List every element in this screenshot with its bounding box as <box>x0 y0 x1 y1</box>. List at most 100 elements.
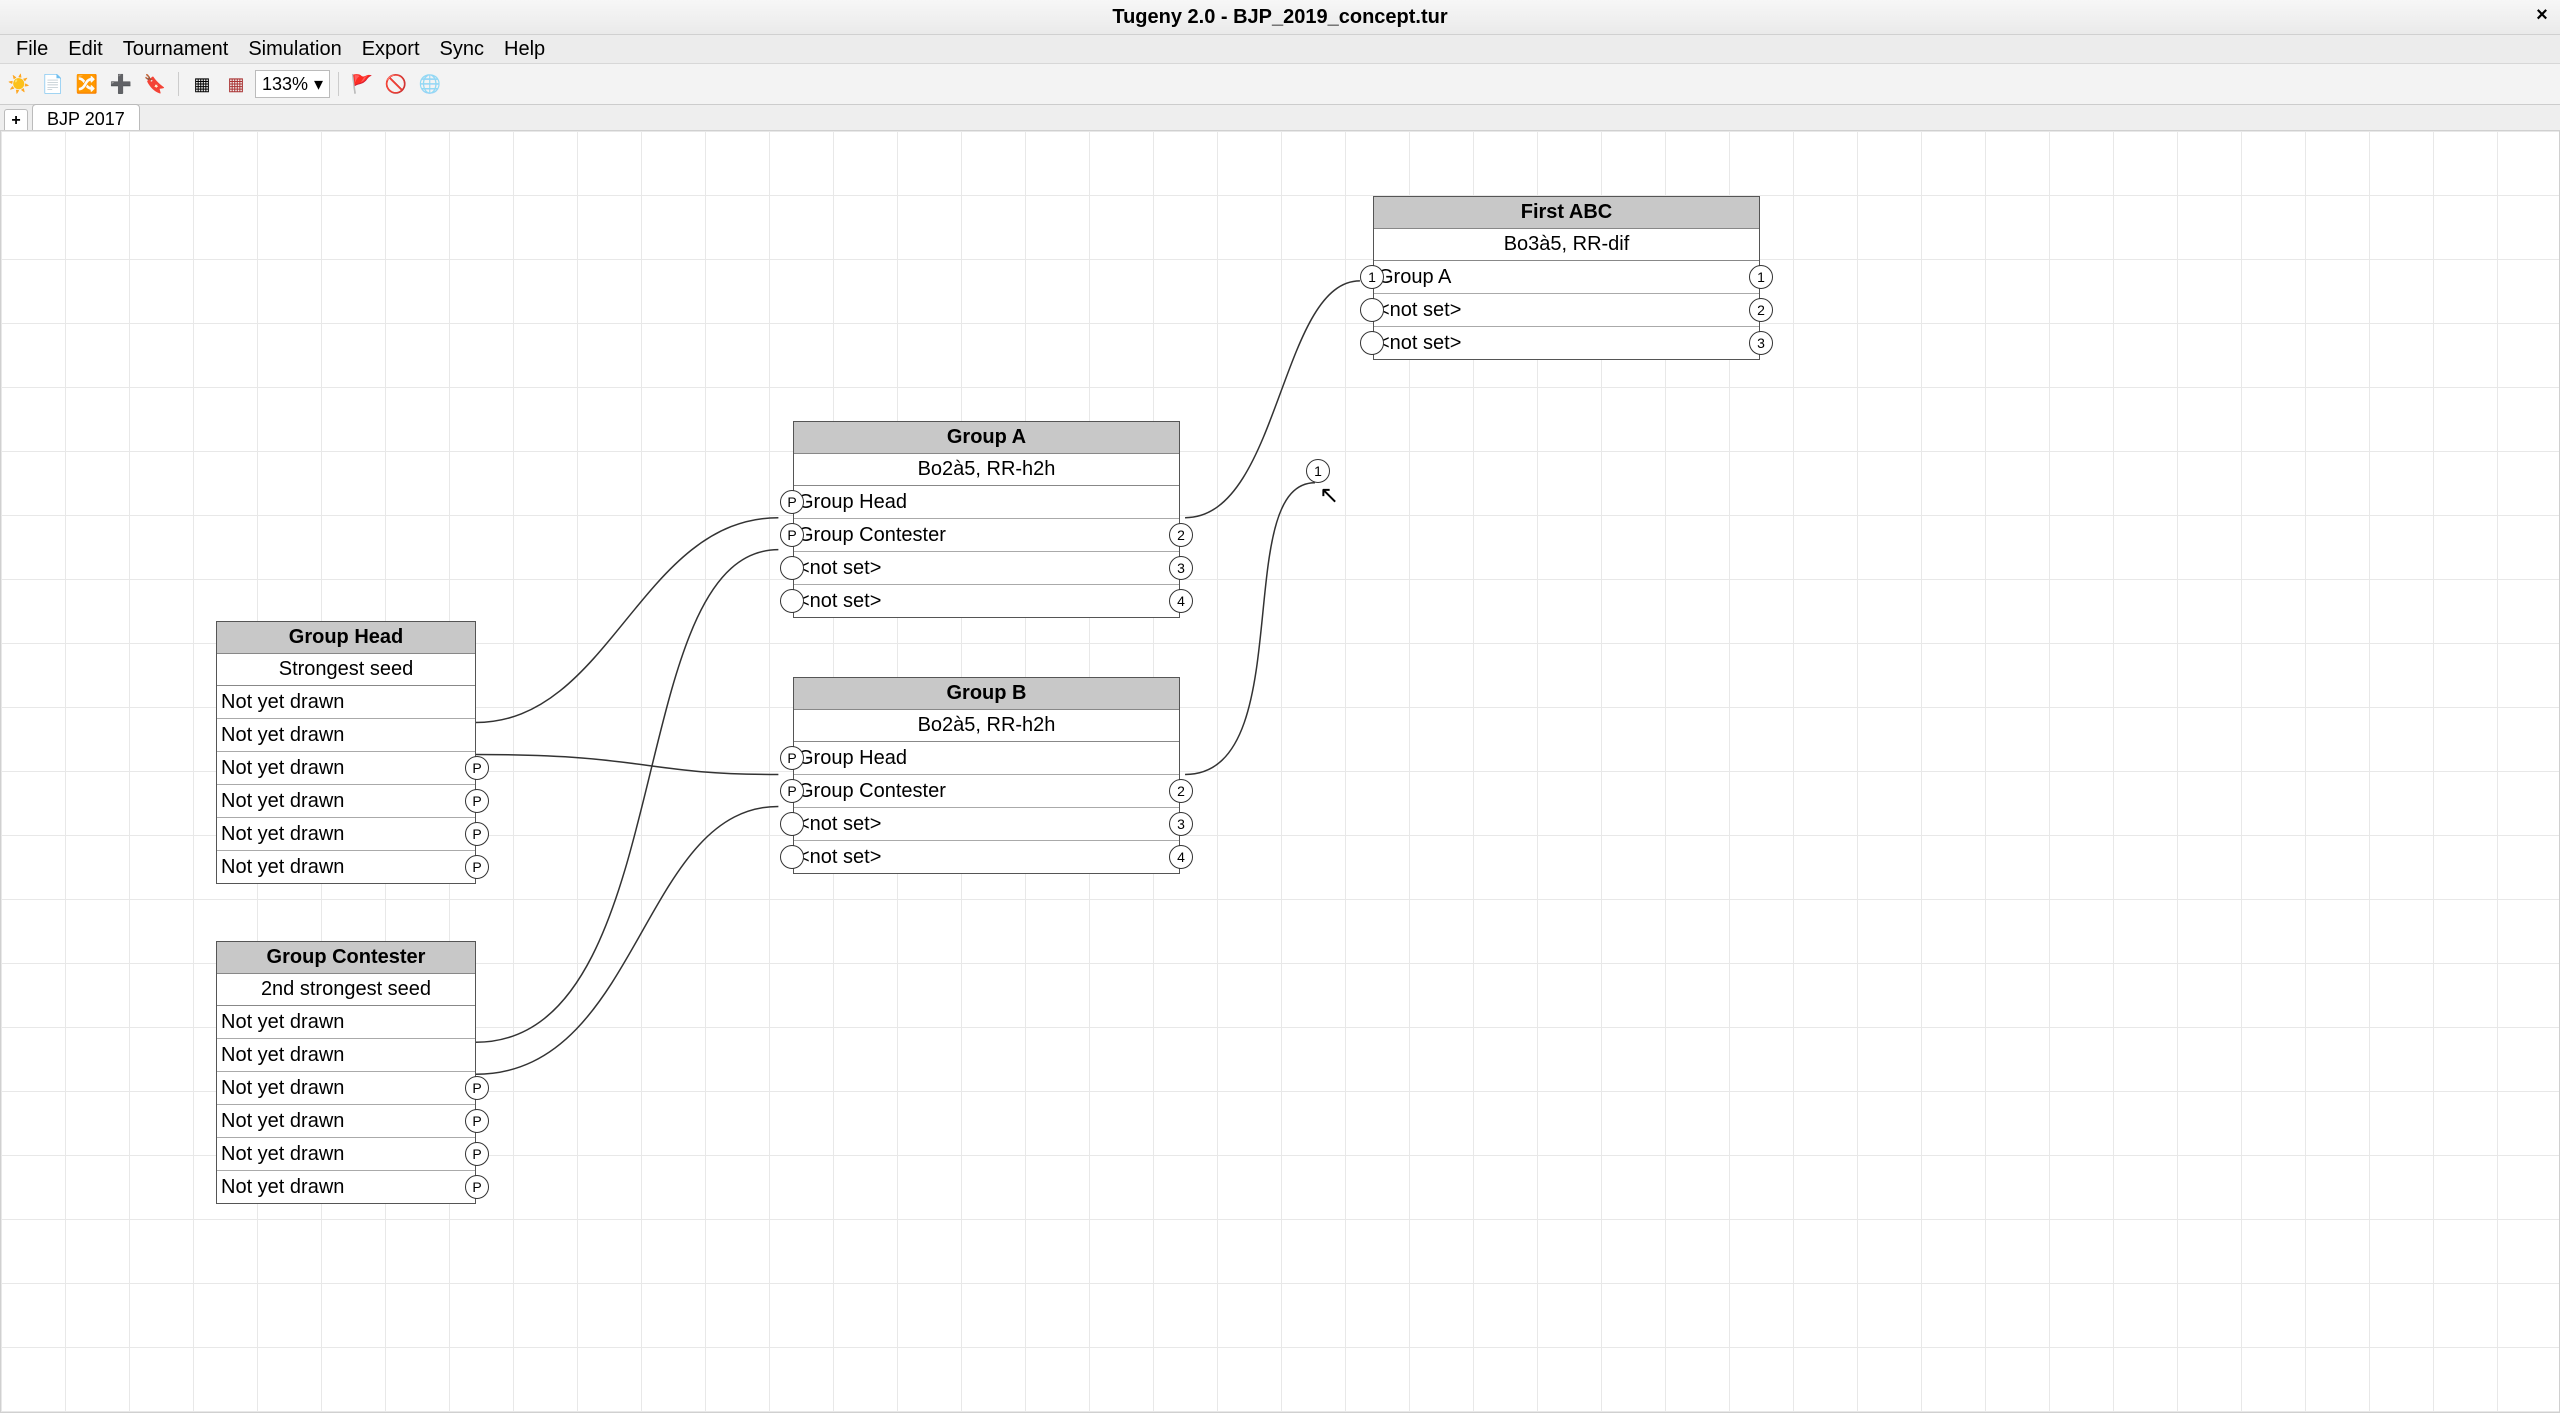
slot-row[interactable]: <not set> 2 <box>1374 294 1759 327</box>
in-port-empty[interactable] <box>780 589 804 613</box>
node-subtitle: Bo2à5, RR-h2h <box>794 710 1179 742</box>
close-button[interactable]: × <box>2530 4 2554 28</box>
menu-sync[interactable]: Sync <box>430 36 494 63</box>
slot-label: <not set> <box>798 813 881 835</box>
node-group-head[interactable]: Group Head Strongest seed Not yet drawn … <box>216 621 476 884</box>
seed-row[interactable]: Not yet drawn <box>217 719 475 752</box>
node-title: First ABC <box>1374 197 1759 229</box>
out-port-p[interactable]: P <box>465 789 489 813</box>
menu-tournament[interactable]: Tournament <box>113 36 239 63</box>
node-title: Group Contester <box>217 942 475 974</box>
slot-row[interactable]: 1 Group A 1 <box>1374 261 1759 294</box>
node-title: Group Head <box>217 622 475 654</box>
canvas[interactable]: Group Head Strongest seed Not yet drawn … <box>0 130 2560 1413</box>
menu-simulation[interactable]: Simulation <box>238 36 351 63</box>
tab-bjp2017[interactable]: BJP 2017 <box>32 104 140 133</box>
slot-row[interactable]: P Group Head <box>794 742 1179 775</box>
in-port-p[interactable]: P <box>780 490 804 514</box>
seed-row[interactable]: Not yet drawn <box>217 1006 475 1039</box>
out-port-p[interactable]: P <box>465 1142 489 1166</box>
out-port-3[interactable]: 3 <box>1749 331 1773 355</box>
out-port-3[interactable]: 3 <box>1169 812 1193 836</box>
slot-row[interactable]: <not set> 3 <box>794 552 1179 585</box>
slot-row[interactable]: P Group Contester 2 <box>794 775 1179 808</box>
node-group-contester[interactable]: Group Contester 2nd strongest seed Not y… <box>216 941 476 1204</box>
titlebar: Tugeny 2.0 - BJP_2019_concept.tur × <box>0 0 2560 35</box>
menu-edit[interactable]: Edit <box>58 36 112 63</box>
slot-label: Group Contester <box>798 524 946 546</box>
slot-row[interactable]: <not set> 4 <box>794 841 1179 873</box>
slot-label: <not set> <box>1378 332 1461 354</box>
out-port-2[interactable]: 2 <box>1169 523 1193 547</box>
out-port-p[interactable]: P <box>465 855 489 879</box>
toolbar-sep-1 <box>178 72 179 96</box>
seed-label: Not yet drawn <box>221 1077 344 1099</box>
out-port-p[interactable]: P <box>465 1076 489 1100</box>
slot-label: <not set> <box>798 590 881 612</box>
seed-label: Not yet drawn <box>221 757 344 779</box>
out-port-p[interactable]: P <box>465 822 489 846</box>
grid2-icon[interactable]: ▦ <box>221 69 251 99</box>
globe-icon[interactable]: 🌐 <box>415 69 445 99</box>
no-entry-icon[interactable]: 🚫 <box>381 69 411 99</box>
out-port-p[interactable]: P <box>465 1109 489 1133</box>
slot-row[interactable]: <not set> 3 <box>794 808 1179 841</box>
seed-row[interactable]: Not yet drawnP <box>217 1138 475 1171</box>
seed-row[interactable]: Not yet drawnP <box>217 1072 475 1105</box>
node-group-b[interactable]: Group B Bo2à5, RR-h2h P Group Head P Gro… <box>793 677 1180 874</box>
dragging-port[interactable]: 1 <box>1306 459 1330 483</box>
slot-row[interactable]: P Group Contester 2 <box>794 519 1179 552</box>
seed-row[interactable]: Not yet drawn P <box>217 851 475 883</box>
in-port-empty[interactable] <box>780 556 804 580</box>
seed-label: Not yet drawn <box>221 1176 344 1198</box>
slot-row[interactable]: <not set> 3 <box>1374 327 1759 359</box>
node-group-a[interactable]: Group A Bo2à5, RR-h2h P Group Head P Gro… <box>793 421 1180 618</box>
seed-label: Not yet drawn <box>221 1110 344 1132</box>
menu-help[interactable]: Help <box>494 36 555 63</box>
out-port-1[interactable]: 1 <box>1749 265 1773 289</box>
tag-icon[interactable]: 🔖 <box>140 69 170 99</box>
in-port-empty[interactable] <box>1360 331 1384 355</box>
in-port-empty[interactable] <box>780 845 804 869</box>
menu-export[interactable]: Export <box>352 36 430 63</box>
in-port-p[interactable]: P <box>780 746 804 770</box>
dropdown-icon: ▾ <box>314 74 323 95</box>
seed-label: Not yet drawn <box>221 1044 344 1066</box>
slot-label: Group A <box>1378 266 1451 288</box>
zoom-value: 133% <box>262 74 308 95</box>
out-port-3[interactable]: 3 <box>1169 556 1193 580</box>
seed-label: Not yet drawn <box>221 1143 344 1165</box>
flag-icon[interactable]: 🚩 <box>347 69 377 99</box>
in-port-empty[interactable] <box>780 812 804 836</box>
slot-row[interactable]: P Group Head <box>794 486 1179 519</box>
grid1-icon[interactable]: ▦ <box>187 69 217 99</box>
toolbar: ☀️ 📄 🔀 ➕ 🔖 ▦ ▦ 133% ▾ 🚩 🚫 🌐 <box>0 64 2560 105</box>
out-port-2[interactable]: 2 <box>1169 779 1193 803</box>
out-port-p[interactable]: P <box>465 756 489 780</box>
in-port-empty[interactable] <box>1360 298 1384 322</box>
plus-node-icon[interactable]: ➕ <box>106 69 136 99</box>
sun-icon[interactable]: ☀️ <box>4 69 34 99</box>
seed-row[interactable]: Not yet drawnP <box>217 1171 475 1203</box>
seed-row[interactable]: Not yet drawn P <box>217 818 475 851</box>
out-port-2[interactable]: 2 <box>1749 298 1773 322</box>
seed-label: Not yet drawn <box>221 724 344 746</box>
seed-row[interactable]: Not yet drawnP <box>217 1105 475 1138</box>
out-port-4[interactable]: 4 <box>1169 589 1193 613</box>
zoom-selector[interactable]: 133% ▾ <box>255 70 330 98</box>
seed-row[interactable]: Not yet drawn <box>217 1039 475 1072</box>
seed-row[interactable]: Not yet drawn P <box>217 785 475 818</box>
slot-row[interactable]: <not set> 4 <box>794 585 1179 617</box>
node-first-abc[interactable]: First ABC Bo3à5, RR-dif 1 Group A 1 <not… <box>1373 196 1760 360</box>
bracket-icon[interactable]: 🔀 <box>72 69 102 99</box>
seed-row[interactable]: Not yet drawn P <box>217 752 475 785</box>
new-node-icon[interactable]: 📄 <box>38 69 68 99</box>
menu-file[interactable]: File <box>6 36 58 63</box>
seed-row[interactable]: Not yet drawn <box>217 686 475 719</box>
in-port-p[interactable]: P <box>780 779 804 803</box>
in-port-p[interactable]: P <box>780 523 804 547</box>
node-subtitle: 2nd strongest seed <box>217 974 475 1006</box>
in-port-1[interactable]: 1 <box>1360 265 1384 289</box>
out-port-p[interactable]: P <box>465 1175 489 1199</box>
out-port-4[interactable]: 4 <box>1169 845 1193 869</box>
